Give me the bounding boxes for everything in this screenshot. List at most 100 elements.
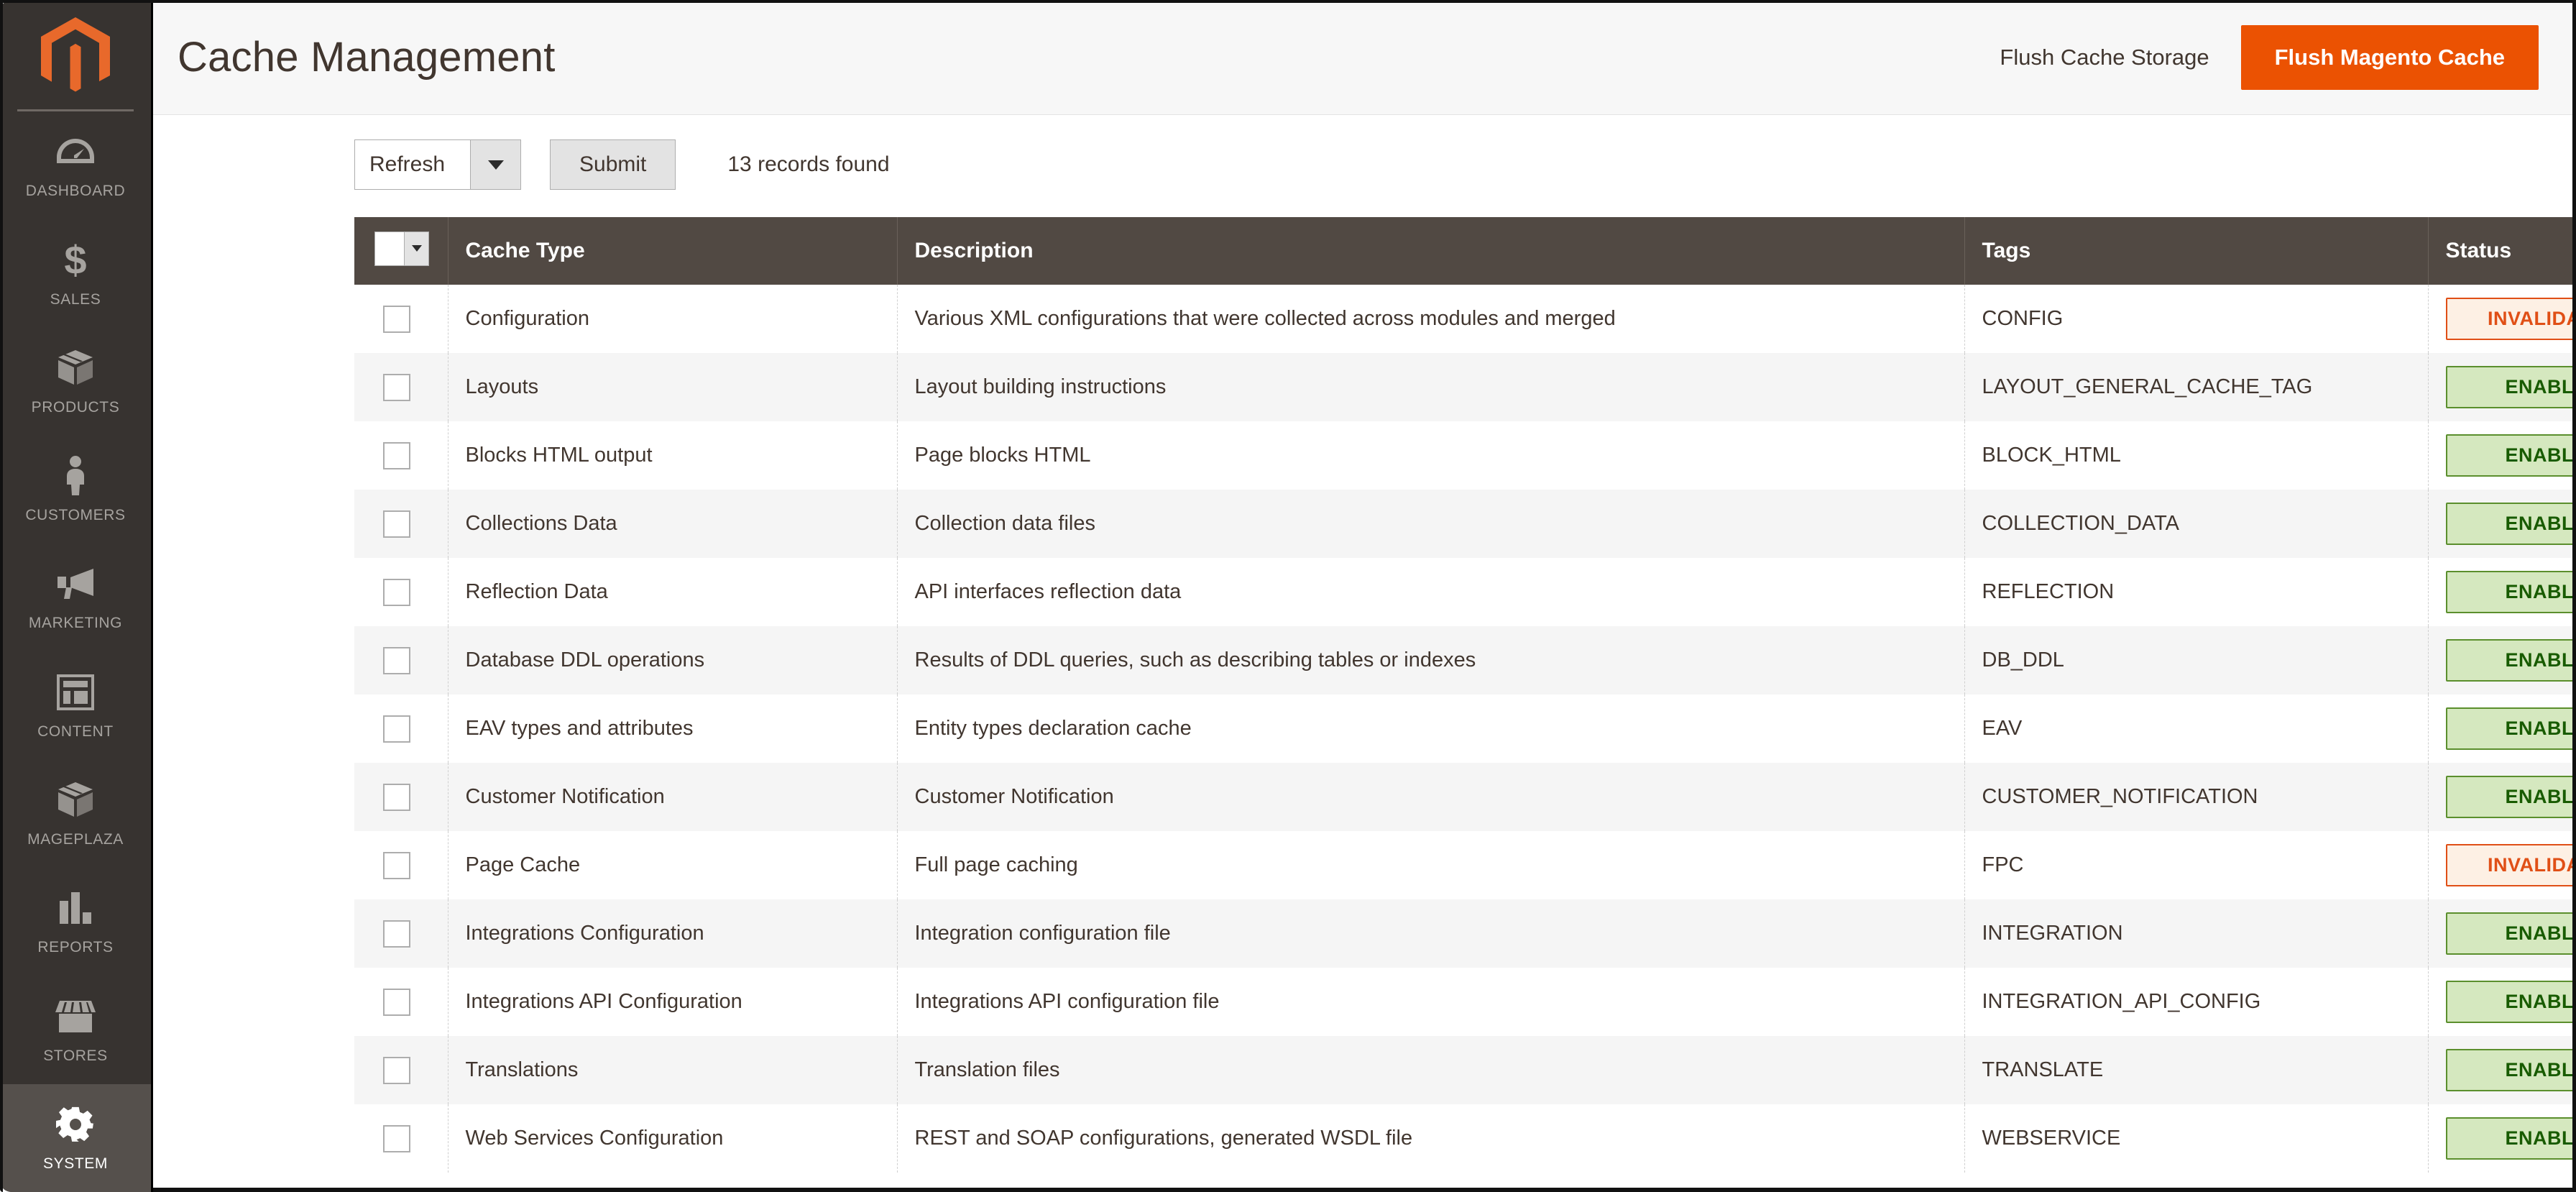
table-row[interactable]: Collections Data Collection data files COL…	[354, 490, 2576, 558]
status-badge: ENABLED	[2445, 365, 2576, 409]
table-row[interactable]: Translations Translation files TRANSLATE EN…	[354, 1036, 2576, 1104]
column-header-status[interactable]: Status	[2428, 217, 2576, 285]
cell-status: ENABLED	[2428, 421, 2576, 490]
window-left-edge	[0, 0, 3, 1192]
cell-tags: INTEGRATION_API_CONFIG	[1964, 968, 2429, 1036]
row-checkbox[interactable]	[383, 1124, 410, 1152]
cell-cache-type: Collections Data	[448, 490, 898, 558]
table-row[interactable]: Configuration Various XML configurations …	[354, 285, 2576, 353]
header-actions: Flush Cache Storage Flush Magento Cache	[1995, 24, 2539, 90]
status-badge: ENABLED	[2445, 502, 2576, 546]
cell-tags: EAV	[1964, 694, 2429, 763]
table-row[interactable]: Layouts Layout building instructions LAYOU…	[354, 353, 2576, 421]
row-checkbox[interactable]	[383, 305, 410, 333]
sidebar-item-mageplaza[interactable]: MAGEPLAZA	[0, 760, 151, 868]
row-checkbox-cell	[354, 626, 448, 694]
sidebar-item-label: SYSTEM	[43, 1155, 108, 1172]
sidebar-item-reports[interactable]: REPORTS	[0, 868, 151, 976]
select-all-dropdown[interactable]	[374, 231, 429, 266]
sidebar-item-label: DASHBOARD	[25, 183, 126, 200]
row-checkbox[interactable]	[383, 578, 410, 606]
row-checkbox[interactable]	[383, 988, 410, 1016]
row-checkbox[interactable]	[383, 783, 410, 811]
sidebar-item-label: SALES	[50, 290, 101, 308]
window-top-edge	[0, 0, 2576, 3]
row-checkbox[interactable]	[383, 441, 410, 469]
row-checkbox[interactable]	[383, 646, 410, 674]
row-checkbox[interactable]	[383, 1056, 410, 1084]
table-row[interactable]: Reflection Data API interfaces reflection…	[354, 558, 2576, 626]
row-checkbox[interactable]	[383, 851, 410, 879]
status-badge: ENABLED	[2445, 775, 2576, 819]
cell-description: API interfaces reflection data	[897, 558, 1965, 626]
table-row[interactable]: Page CacheFull page cachingFPC INVALIDATE…	[354, 831, 2576, 899]
sidebar-item-dashboard[interactable]: DASHBOARD	[0, 111, 151, 219]
main-content: Cache Management Flush Cache Storage Flu…	[151, 0, 2576, 1192]
sidebar-item-label: PRODUCTS	[31, 398, 120, 416]
cell-description: Translation files	[897, 1036, 1965, 1104]
cell-status: ENABLED	[2428, 490, 2576, 558]
cell-description: Various XML configurations that were col…	[897, 285, 1965, 353]
cell-cache-type: Layouts	[448, 353, 898, 421]
cell-status: ENABLED	[2428, 558, 2576, 626]
flush-magento-cache-button[interactable]: Flush Magento Cache	[2240, 24, 2539, 90]
chevron-down-icon[interactable]	[404, 231, 428, 265]
cell-tags: DB_DDL	[1964, 626, 2429, 694]
sidebar-item-system[interactable]: SYSTEM	[0, 1083, 151, 1192]
cell-description: Full page caching	[897, 831, 1965, 899]
cell-tags: TRANSLATE	[1964, 1036, 2429, 1104]
row-checkbox-cell	[354, 490, 448, 558]
cell-status: ENABLED	[2428, 353, 2576, 421]
row-checkbox[interactable]	[383, 920, 410, 948]
row-checkbox[interactable]	[383, 510, 410, 538]
flush-cache-storage-button[interactable]: Flush Cache Storage	[1995, 37, 2213, 78]
table-row[interactable]: Customer Notification Customer Notificati…	[354, 763, 2576, 831]
table-row[interactable]: Blocks HTML output Page blocks HTML BLOCK_…	[354, 421, 2576, 490]
table-row[interactable]: Integrations Configuration Integration co…	[354, 899, 2576, 968]
status-badge: INVALIDATED	[2445, 297, 2576, 341]
column-header-tags[interactable]: Tags	[1964, 217, 2429, 285]
sidebar-item-marketing[interactable]: MARKETING	[0, 544, 151, 651]
table-row[interactable]: EAV types and attributes Entity types dec…	[354, 694, 2576, 763]
row-checkbox[interactable]	[383, 715, 410, 743]
column-header-description[interactable]: Description	[897, 217, 1965, 285]
table-row[interactable]: Web Services Configuration REST and SOAP …	[354, 1104, 2576, 1173]
storefront-icon	[55, 996, 96, 1037]
row-checkbox-cell	[354, 899, 448, 968]
cell-tags: COLLECTION_DATA	[1964, 490, 2429, 558]
status-badge: ENABLED	[2445, 912, 2576, 955]
cell-tags: FPC	[1964, 831, 2429, 899]
sidebar-item-label: MAGEPLAZA	[27, 830, 124, 848]
cell-description: Integrations API configuration file	[897, 968, 1965, 1036]
mass-action-select[interactable]: Refresh	[354, 139, 521, 190]
sidebar-item-customers[interactable]: CUSTOMERS	[0, 436, 151, 544]
chevron-down-icon[interactable]	[470, 140, 520, 189]
cell-cache-type: Customer Notification	[448, 763, 898, 831]
cell-status: INVALIDATED	[2428, 831, 2576, 899]
cell-description: Results of DDL queries, such as describi…	[897, 626, 1965, 694]
cell-cache-type: Reflection Data	[448, 558, 898, 626]
cell-status: ENABLED	[2428, 626, 2576, 694]
status-badge: ENABLED	[2445, 1048, 2576, 1092]
records-found-label: 13 records found	[727, 152, 890, 176]
sidebar-item-content[interactable]: CONTENT	[0, 652, 151, 760]
page-header: Cache Management Flush Cache Storage Flu…	[153, 0, 2576, 115]
sidebar-item-stores[interactable]: STORES	[0, 976, 151, 1083]
sidebar-logo-area[interactable]	[0, 0, 151, 112]
sidebar-item-sales[interactable]: $ SALES	[0, 219, 151, 327]
row-checkbox[interactable]	[383, 373, 410, 401]
cell-description: Entity types declaration cache	[897, 694, 1965, 763]
admin-sidebar: DASHBOARD $ SALES PRODUCTS CUSTOMERS MAR…	[0, 0, 151, 1192]
gear-icon	[56, 1104, 95, 1145]
table-row[interactable]: Integrations API Configuration Integratio…	[354, 968, 2576, 1036]
row-checkbox-cell	[354, 353, 448, 421]
select-all-checkbox[interactable]	[375, 231, 404, 265]
column-header-cache-type[interactable]: Cache Type	[448, 217, 898, 285]
status-badge: ENABLED	[2445, 434, 2576, 477]
cache-grid-head: Cache Type Description Tags Status	[354, 217, 2576, 285]
sidebar-item-products[interactable]: PRODUCTS	[0, 328, 151, 436]
row-checkbox-cell	[354, 558, 448, 626]
submit-button[interactable]: Submit	[550, 139, 676, 190]
table-row[interactable]: Database DDL operations Results of DDL qu…	[354, 626, 2576, 694]
cell-description: Layout building instructions	[897, 353, 1965, 421]
